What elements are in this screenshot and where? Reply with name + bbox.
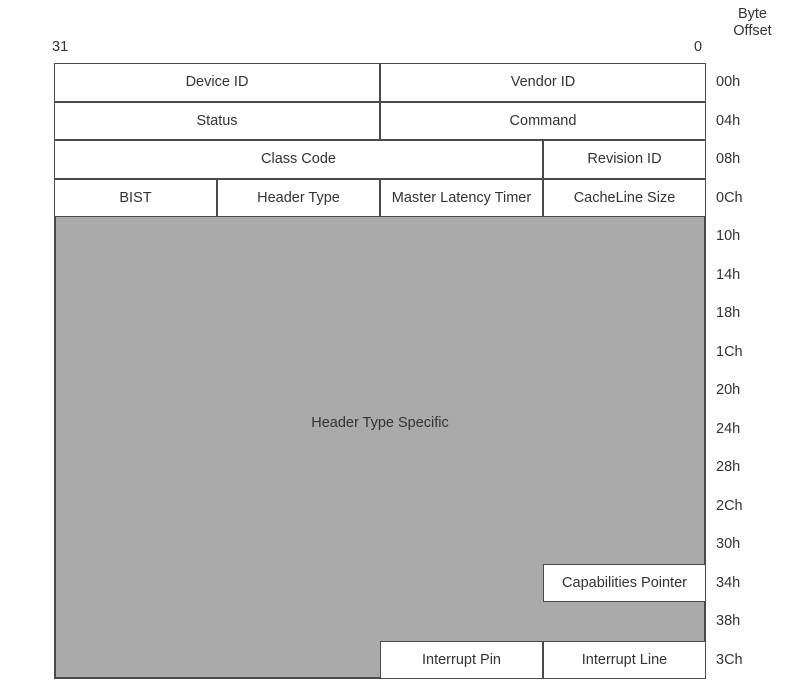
field-cell-label: Revision ID bbox=[587, 151, 662, 168]
field-cell-label: Status bbox=[196, 112, 238, 129]
field-cell: Class Code bbox=[54, 140, 543, 179]
byte-offset-label: 38h bbox=[716, 613, 741, 630]
field-cell-label: Command bbox=[509, 112, 577, 129]
field-cell: Vendor ID bbox=[380, 63, 706, 102]
bit-index-low-label: 0 bbox=[694, 39, 703, 55]
pci-config-header-diagram: Byte Offset 31 0 Header Type Specific De… bbox=[0, 0, 799, 700]
byte-offset-label: 18h bbox=[716, 305, 741, 322]
field-cell: CacheLine Size bbox=[543, 178, 706, 217]
field-cell: Interrupt Pin bbox=[380, 640, 543, 679]
field-cell-label: BIST bbox=[119, 189, 152, 206]
byte-offset-label: 30h bbox=[716, 536, 741, 553]
field-cell-label: Master Latency Timer bbox=[391, 189, 532, 206]
field-cell: Revision ID bbox=[543, 140, 706, 179]
header-type-specific-label: Header Type Specific bbox=[311, 415, 449, 431]
byte-offset-label: 14h bbox=[716, 266, 741, 283]
byte-offset-label: 10h bbox=[716, 228, 741, 245]
field-cell-label: Interrupt Line bbox=[581, 651, 668, 668]
byte-offset-label: 20h bbox=[716, 382, 741, 399]
byte-offset-label: 1Ch bbox=[716, 343, 743, 360]
byte-offset-label: 28h bbox=[716, 459, 741, 476]
bit-index-high-label: 31 bbox=[52, 39, 69, 55]
byte-offset-label: 34h bbox=[716, 574, 741, 591]
byte-offset-label: 2Ch bbox=[716, 497, 743, 514]
field-cell-label: Interrupt Pin bbox=[422, 651, 501, 668]
field-cell-label: Device ID bbox=[185, 74, 249, 91]
field-cell: Interrupt Line bbox=[543, 640, 706, 679]
field-cell: BIST bbox=[54, 178, 217, 217]
field-cell-label: Capabilities Pointer bbox=[562, 574, 687, 591]
byte-offset-label: 08h bbox=[716, 151, 741, 168]
field-cell: Command bbox=[380, 101, 706, 140]
field-cell-label: Header Type bbox=[257, 189, 340, 206]
field-cell: Capabilities Pointer bbox=[543, 563, 706, 602]
field-cell: Master Latency Timer bbox=[380, 178, 543, 217]
byte-offset-label: 0Ch bbox=[716, 189, 743, 206]
field-cell-label: Class Code bbox=[261, 151, 336, 168]
field-cell-label: CacheLine Size bbox=[573, 189, 676, 206]
field-cell-label: Vendor ID bbox=[510, 74, 576, 91]
byte-offset-label: 3Ch bbox=[716, 651, 743, 668]
field-cell: Status bbox=[54, 101, 380, 140]
field-cell: Device ID bbox=[54, 63, 380, 102]
byte-offset-label: 24h bbox=[716, 420, 741, 437]
field-cell: Header Type bbox=[217, 178, 380, 217]
byte-offset-label: 00h bbox=[716, 74, 741, 91]
byte-offset-label: 04h bbox=[716, 112, 741, 129]
header-type-specific-region: Header Type Specific bbox=[54, 216, 706, 679]
byte-offset-column-header: Byte Offset bbox=[733, 6, 772, 39]
